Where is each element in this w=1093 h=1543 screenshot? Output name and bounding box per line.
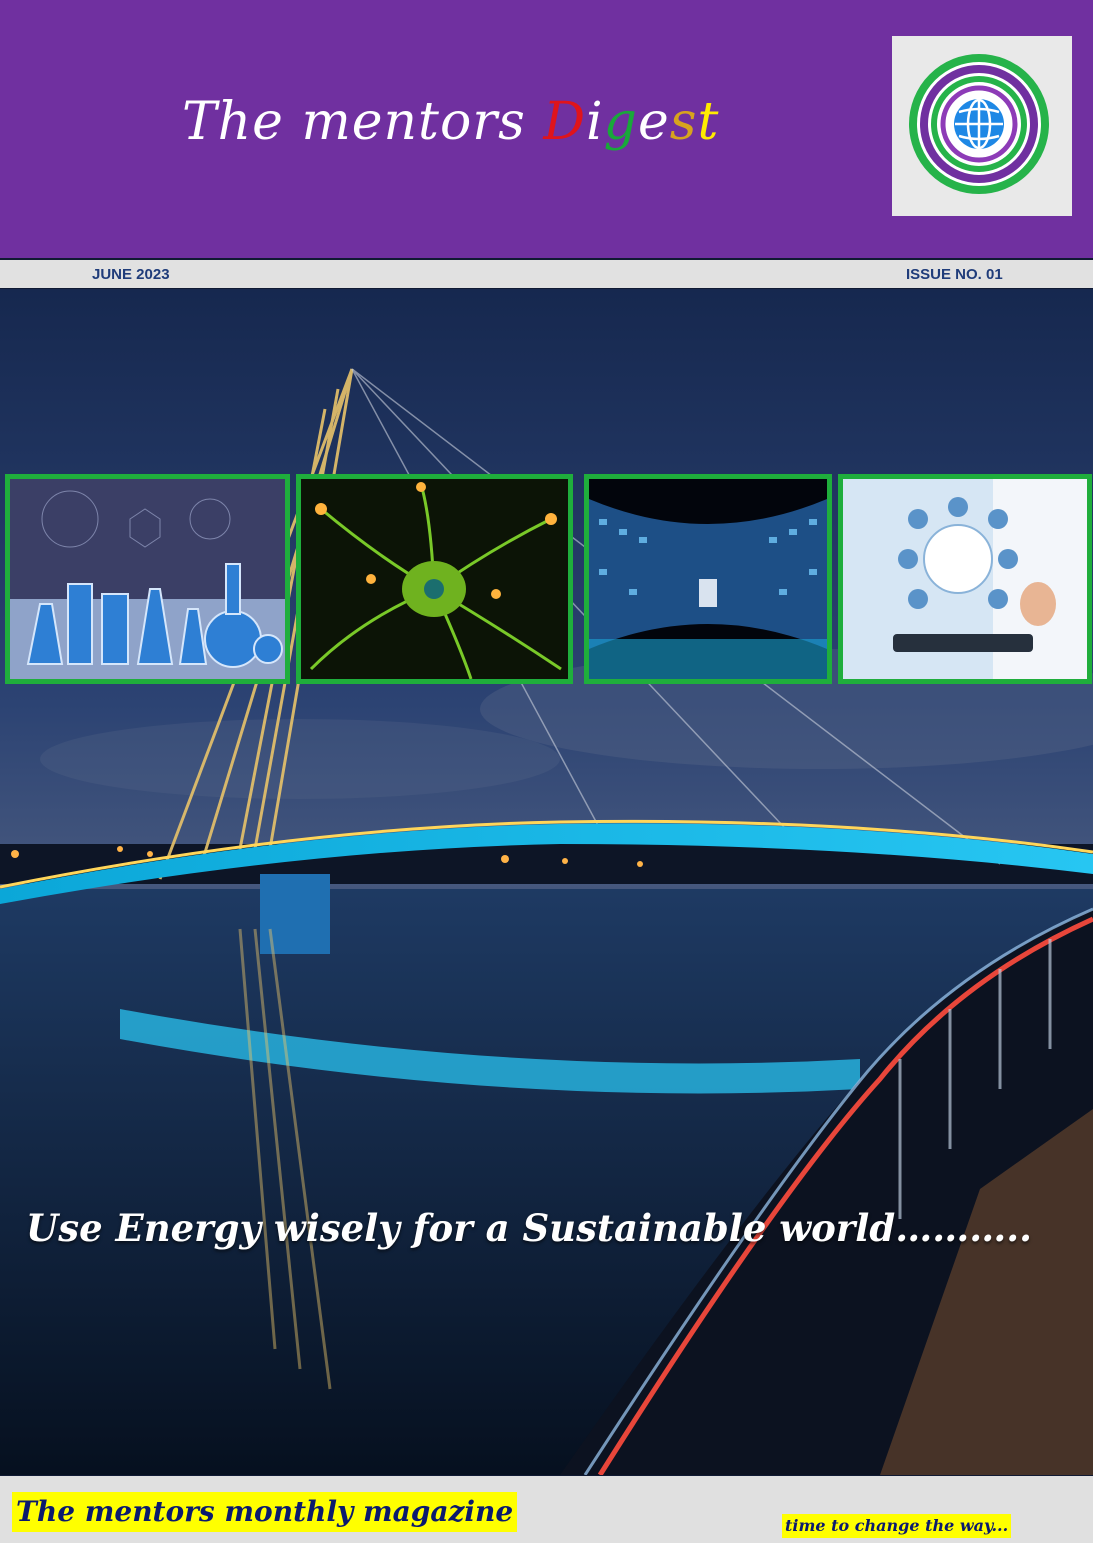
digital-screens-tunnel-image-icon — [589, 479, 827, 679]
title-letter: e — [637, 92, 670, 152]
title-letter: D — [543, 92, 587, 152]
issue-band: JUNE 2023 ISSUE NO. 01 — [0, 260, 1093, 288]
neuron-image-icon — [301, 479, 568, 679]
issue-date: JUNE 2023 — [92, 266, 170, 283]
title-letter: t — [697, 92, 720, 152]
chemistry-flasks-image-icon — [10, 479, 285, 679]
motto: time to change the way... — [782, 1514, 1012, 1538]
cover-photo — [0, 289, 1093, 1475]
title-letter: s — [669, 92, 698, 152]
footer-band: The mentors monthly magazine time to cha… — [0, 1476, 1093, 1543]
feature-tile — [838, 474, 1092, 684]
feature-tile — [5, 474, 290, 684]
title-letter: g — [603, 92, 638, 152]
magazine-title: The mentors Digest — [182, 92, 719, 172]
masthead: The mentors Digest — [0, 0, 1093, 258]
title-prefix: The mentors — [182, 92, 544, 152]
magazine-label: The mentors monthly magazine — [12, 1492, 518, 1532]
night-bridge-image — [0, 289, 1093, 1475]
issue-number: ISSUE NO. 01 — [906, 266, 1003, 283]
title-letter: i — [586, 92, 604, 152]
cover-tagline: Use Energy wisely for a Sustainable worl… — [26, 1206, 1032, 1250]
feature-tile — [296, 474, 573, 684]
globe-logo-icon — [909, 54, 1049, 194]
logo — [892, 36, 1072, 216]
feature-tile — [584, 474, 832, 684]
medical-technology-image-icon — [843, 479, 1087, 679]
